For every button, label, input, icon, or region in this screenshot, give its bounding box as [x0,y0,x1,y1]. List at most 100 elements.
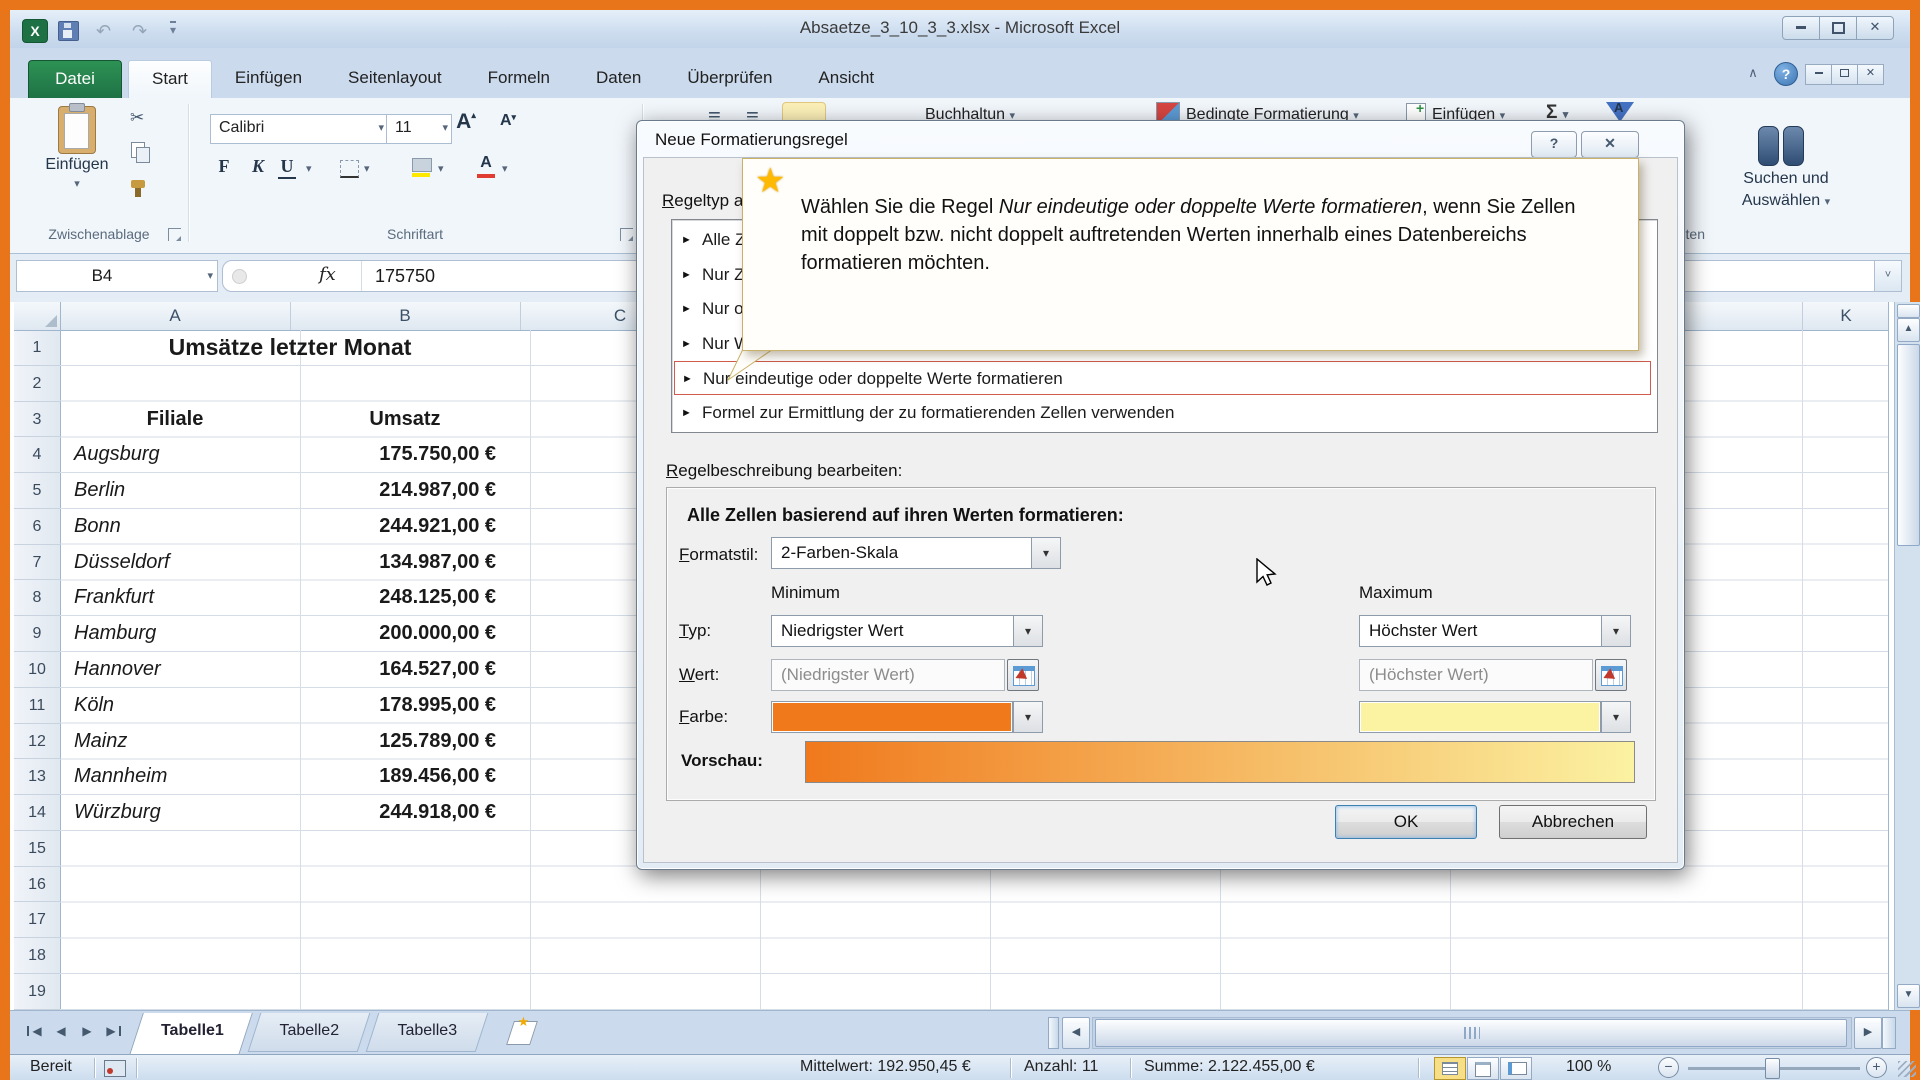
cell-a1-title[interactable]: Umsätze letzter Monat [60,330,520,366]
ok-button[interactable]: OK [1335,805,1477,839]
max-type-combo[interactable]: Höchster Wert ▾ [1359,615,1631,647]
ribbon-tab[interactable]: Daten [573,60,664,98]
cell-city[interactable]: Köln [60,688,290,724]
normal-view-icon[interactable] [1434,1057,1466,1080]
ribbon-tab[interactable]: Einfügen [212,60,325,98]
name-box[interactable]: B4 ▾ [16,260,218,292]
fx-icon[interactable]: fx [319,264,336,285]
min-color-swatch[interactable] [771,701,1013,733]
cell-city[interactable]: Berlin [60,473,290,509]
copy-icon[interactable] [131,142,145,158]
formula-value[interactable]: 175750 [375,261,435,291]
dialog-close-icon[interactable]: ✕ [1581,131,1639,158]
borders-icon[interactable] [340,160,359,178]
row-header[interactable]: 18 [14,938,60,974]
insert-sheet-icon[interactable] [506,1021,538,1045]
hscroll-thumb[interactable] [1095,1019,1847,1047]
max-value-input[interactable]: (Höchster Wert) [1359,659,1593,691]
excel-logo-icon[interactable]: X [22,19,48,43]
cancel-button[interactable]: Abbrechen [1499,805,1647,839]
rule-type-item[interactable]: ► Nur eindeutige oder doppelte Werte for… [674,361,1651,395]
tab-datei[interactable]: Datei [28,60,122,99]
cell-value[interactable]: 214.987,00 € [290,473,520,509]
qat-dropdown-icon[interactable]: ▾ [170,21,176,37]
next-sheet-icon[interactable]: ▶ [76,1019,98,1043]
column-header[interactable]: A [60,302,291,330]
close-button[interactable]: ✕ [1856,16,1894,40]
sheet-tab[interactable]: Tabelle1 [129,1013,253,1055]
cell-city[interactable]: Würzburg [60,795,290,831]
cell-value[interactable]: 244.921,00 € [290,509,520,545]
zoom-level[interactable]: 100 % [1566,1058,1611,1076]
cell-city[interactable]: Mainz [60,724,290,760]
dialog-help-icon[interactable]: ? [1531,131,1577,158]
find-select-button[interactable]: Suchen undAuswählen ▾ [1698,168,1874,213]
bold-button[interactable]: F [212,156,236,177]
vsplit-handle[interactable] [1897,304,1920,318]
ribbon-tab[interactable]: Formeln [465,60,573,98]
font-dialog-launcher-icon[interactable] [620,228,633,241]
column-header[interactable]: B [290,302,521,330]
sheet-tab[interactable]: Tabelle3 [366,1013,489,1052]
ribbon-tab[interactable]: Überprüfen [664,60,795,98]
help-icon[interactable]: ? [1774,62,1798,86]
scroll-down-icon[interactable]: ▼ [1897,984,1920,1008]
cell-city[interactable]: Frankfurt [60,580,290,616]
resize-grip[interactable] [1898,1061,1916,1077]
tab-split-handle[interactable] [1048,1017,1059,1049]
macro-record-icon[interactable] [104,1060,126,1077]
row-header[interactable]: 11 [14,688,60,724]
save-icon[interactable] [58,21,79,41]
hscroll-split-handle[interactable] [1882,1017,1896,1049]
doc-close-button[interactable]: ✕ [1857,64,1884,85]
row-header[interactable]: 17 [14,902,60,938]
minimize-button[interactable] [1782,16,1820,40]
zoom-slider-thumb[interactable] [1765,1058,1780,1079]
row-header[interactable]: 16 [14,867,60,903]
last-sheet-icon[interactable]: ▶ [102,1019,124,1043]
ribbon-tab[interactable]: Seitenlayout [325,60,465,98]
grow-font-icon[interactable]: A▴ [454,110,478,134]
italic-button[interactable]: K [246,156,270,177]
row-header[interactable]: 9 [14,616,60,652]
min-color-dropdown[interactable]: ▾ [1013,701,1043,733]
row-header[interactable]: 8 [14,580,60,616]
cell-value[interactable]: 189.456,00 € [290,759,520,795]
font-name-combo[interactable]: Calibri▾ [210,114,388,144]
cell-city[interactable]: Düsseldorf [60,545,290,581]
fill-color-icon[interactable] [412,158,432,172]
underline-dropdown-icon[interactable]: ▾ [306,162,312,175]
doc-minimize-button[interactable] [1805,64,1832,85]
format-style-combo[interactable]: 2-Farben-Skala ▾ [771,537,1061,569]
scroll-up-icon[interactable]: ▲ [1897,318,1920,342]
cell-value[interactable]: 175.750,00 € [290,437,520,473]
name-box-dropdown-icon[interactable]: ▾ [207,261,213,291]
sort-filter-icon[interactable] [1606,102,1634,122]
row-header[interactable]: 3 [14,402,60,438]
vertical-scrollbar[interactable]: ▲ ▼ [1894,302,1920,1010]
min-range-picker-icon[interactable] [1007,659,1039,691]
page-layout-view-icon[interactable] [1467,1057,1499,1080]
column-header-k[interactable]: K [1802,302,1889,330]
cell-value[interactable]: 164.527,00 € [290,652,520,688]
ribbon-tab[interactable]: Ansicht [795,60,897,98]
select-all-corner[interactable] [14,302,61,331]
shrink-font-icon[interactable]: A▾ [496,112,520,130]
max-range-picker-icon[interactable] [1595,659,1627,691]
cell-city[interactable]: Hamburg [60,616,290,652]
cell-b3-header[interactable]: Umsatz [290,402,520,438]
first-sheet-icon[interactable]: ◀ [24,1019,46,1043]
dropdown-icon[interactable]: ▾ [1601,616,1630,646]
rule-type-item[interactable]: ► Formel zur Ermittlung der zu formatier… [674,396,1651,430]
hscroll-left-icon[interactable]: ◀ [1062,1017,1090,1049]
hscroll-right-icon[interactable]: ▶ [1854,1017,1882,1049]
prev-sheet-icon[interactable]: ◀ [50,1019,72,1043]
font-size-combo[interactable]: 11▾ [386,114,452,144]
paste-button[interactable]: Einfügen▾ [32,156,122,192]
cell-value[interactable]: 200.000,00 € [290,616,520,652]
cell-city[interactable]: Mannheim [60,759,290,795]
cell-value[interactable]: 134.987,00 € [290,545,520,581]
font-color-dropdown-icon[interactable]: ▾ [502,162,508,175]
underline-button[interactable]: U [278,156,296,179]
vscroll-thumb[interactable] [1897,344,1920,546]
